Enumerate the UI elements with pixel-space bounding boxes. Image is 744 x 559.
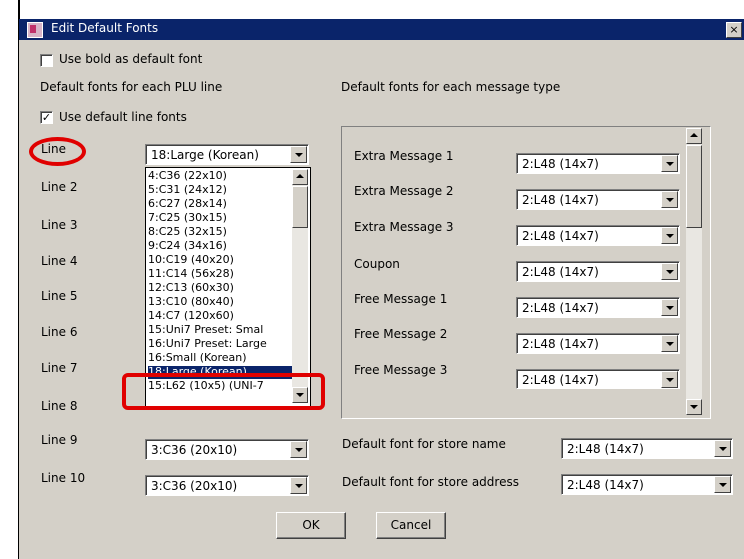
store-address-label: Default font for store address: [342, 475, 519, 489]
store-name-font-value: 2:L48 (14x7): [567, 442, 644, 456]
chevron-down-icon[interactable]: [714, 476, 731, 493]
plu-heading: Default fonts for each PLU line: [40, 80, 223, 94]
msg-label: Free Message 3: [354, 363, 448, 377]
bold-default-label[interactable]: Use bold as default font: [59, 52, 202, 66]
app-icon: [27, 22, 43, 38]
msg-label: Extra Message 1: [354, 149, 454, 163]
bold-default-checkbox[interactable]: [40, 54, 53, 67]
line-10-font-select[interactable]: 3:C36 (20x10): [145, 475, 309, 496]
list-item[interactable]: 6:C27 (28x14): [148, 198, 292, 211]
cancel-button[interactable]: Cancel: [376, 512, 446, 539]
chevron-down-icon[interactable]: [661, 335, 678, 352]
msg-label: Free Message 1: [354, 292, 448, 306]
scroll-up-icon[interactable]: [292, 169, 308, 185]
list-item[interactable]: 12:C13 (60x30): [148, 282, 292, 295]
line-1-font-value: 18:Large (Korean): [151, 148, 259, 162]
list-item[interactable]: 9:C24 (34x16): [148, 240, 292, 253]
line-9-label: Line 9: [41, 433, 78, 447]
store-address-font-value: 2:L48 (14x7): [567, 478, 644, 492]
msg-label: Free Message 2: [354, 327, 448, 341]
store-address-font-select[interactable]: 2:L48 (14x7): [561, 474, 733, 495]
msg-value: 2:L48 (14x7): [522, 301, 599, 315]
scroll-thumb[interactable]: [292, 186, 308, 228]
list-item[interactable]: 13:C10 (80x40): [148, 296, 292, 309]
list-item[interactable]: 16:Uni7 Preset: Large: [148, 338, 292, 351]
line-1-font-dropdown-list[interactable]: 4:C36 (22x10) 5:C31 (24x12) 6:C27 (28x14…: [145, 167, 311, 407]
use-line-fonts-label[interactable]: Use default line fonts: [59, 110, 187, 124]
list-item[interactable]: 4:C36 (22x10): [148, 170, 292, 183]
close-button[interactable]: ×: [726, 22, 742, 38]
line-5-label: Line 5: [41, 289, 78, 303]
msg-value: 2:L48 (14x7): [522, 157, 599, 171]
scroll-up-icon[interactable]: [686, 128, 702, 144]
list-item[interactable]: 7:C25 (30x15): [148, 212, 292, 225]
store-name-label: Default font for store name: [342, 437, 506, 451]
list-item[interactable]: 5:C31 (24x12): [148, 184, 292, 197]
list-item[interactable]: 11:C14 (56x28): [148, 268, 292, 281]
extra-message-3-select[interactable]: 2:L48 (14x7): [516, 225, 680, 246]
background-window-edge: [0, 0, 20, 559]
line-9-font-select[interactable]: 3:C36 (20x10): [145, 439, 309, 460]
coupon-select[interactable]: 2:L48 (14x7): [516, 261, 680, 282]
ok-button[interactable]: OK: [276, 512, 346, 539]
list-item[interactable]: 8:C25 (32x15): [148, 226, 292, 239]
msg-label: Extra Message 2: [354, 184, 454, 198]
msg-label: Coupon: [354, 257, 400, 271]
scroll-thumb[interactable]: [686, 145, 702, 228]
scroll-down-icon[interactable]: [686, 399, 702, 415]
line-9-font-value: 3:C36 (20x10): [151, 443, 238, 457]
chevron-down-icon[interactable]: [714, 440, 731, 457]
chevron-down-icon[interactable]: [661, 299, 678, 316]
chevron-down-icon[interactable]: [661, 371, 678, 388]
msg-value: 2:L48 (14x7): [522, 373, 599, 387]
chevron-down-icon[interactable]: [661, 227, 678, 244]
window-title: Edit Default Fonts: [51, 21, 159, 35]
title-bar[interactable]: Edit Default Fonts ×: [19, 19, 744, 40]
line-7-label: Line 7: [41, 361, 78, 375]
msg-value: 2:L48 (14x7): [522, 337, 599, 351]
chevron-down-icon[interactable]: [661, 191, 678, 208]
store-name-font-select[interactable]: 2:L48 (14x7): [561, 438, 733, 459]
extra-message-2-select[interactable]: 2:L48 (14x7): [516, 189, 680, 210]
use-line-fonts-checkbox[interactable]: ✓: [40, 111, 53, 124]
chevron-down-icon[interactable]: [661, 155, 678, 172]
message-types-panel: Extra Message 1 2:L48 (14x7) Extra Messa…: [341, 126, 711, 419]
line-1-font-select[interactable]: 18:Large (Korean): [145, 144, 309, 165]
free-message-2-select[interactable]: 2:L48 (14x7): [516, 333, 680, 354]
msg-value: 2:L48 (14x7): [522, 193, 599, 207]
line-2-label: Line 2: [41, 180, 78, 194]
chevron-down-icon[interactable]: [290, 146, 307, 163]
line-6-label: Line 6: [41, 325, 78, 339]
line-10-label: Line 10: [41, 471, 86, 485]
msg-value: 2:L48 (14x7): [522, 229, 599, 243]
message-panel-scrollbar[interactable]: [686, 128, 702, 415]
line-4-label: Line 4: [41, 254, 78, 268]
line-10-font-value: 3:C36 (20x10): [151, 479, 238, 493]
list-item[interactable]: 10:C19 (40x20): [148, 254, 292, 267]
chevron-down-icon[interactable]: [290, 477, 307, 494]
message-heading: Default fonts for each message type: [341, 80, 561, 94]
dropdown-scrollbar[interactable]: [292, 169, 308, 403]
line-3-label: Line 3: [41, 218, 78, 232]
msg-label: Extra Message 3: [354, 220, 454, 234]
annotation-box: [122, 373, 325, 410]
extra-message-1-select[interactable]: 2:L48 (14x7): [516, 153, 680, 174]
chevron-down-icon[interactable]: [290, 441, 307, 458]
line-8-label: Line 8: [41, 399, 78, 413]
chevron-down-icon[interactable]: [661, 263, 678, 280]
list-item[interactable]: 14:C7 (120x60): [148, 310, 292, 323]
annotation-ellipse: [29, 137, 86, 166]
list-item[interactable]: 16:Small (Korean): [148, 352, 292, 365]
free-message-1-select[interactable]: 2:L48 (14x7): [516, 297, 680, 318]
free-message-3-select[interactable]: 2:L48 (14x7): [516, 369, 680, 389]
edit-default-fonts-dialog: Edit Default Fonts × Use bold as default…: [19, 19, 744, 559]
list-item[interactable]: 15:Uni7 Preset: Smal: [148, 324, 292, 337]
msg-value: 2:L48 (14x7): [522, 265, 599, 279]
